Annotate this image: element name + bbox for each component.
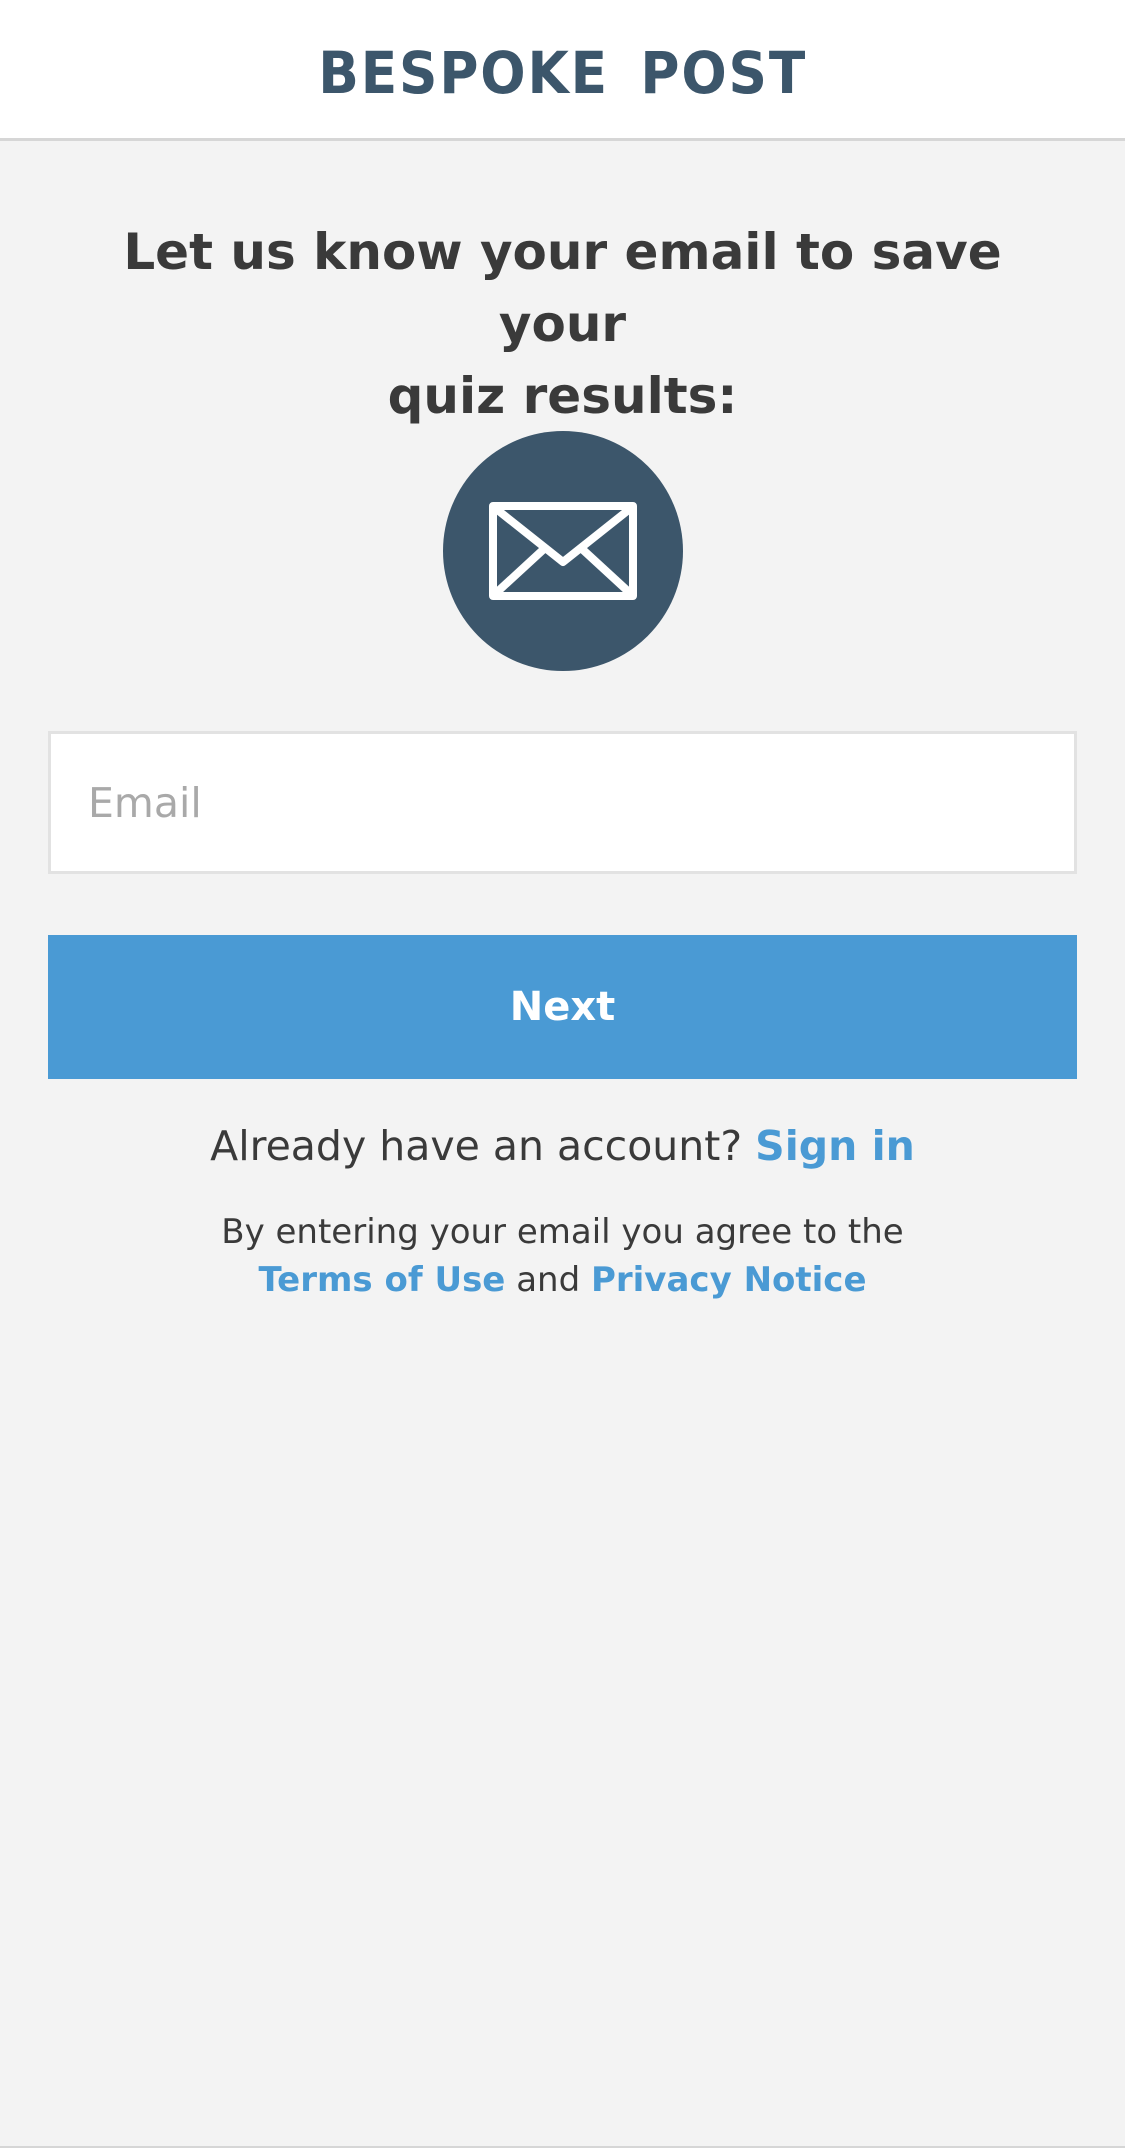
legal-prefix-text: By entering your email you agree to the: [221, 1212, 904, 1252]
next-button[interactable]: Next: [48, 935, 1077, 1079]
account-prompt-text: Already have an account?: [210, 1122, 743, 1170]
page-title-line-2: quiz results:: [387, 367, 738, 425]
page-title-line-1: Let us know your email to save your: [123, 223, 1002, 353]
legal-and-text: and: [516, 1260, 581, 1300]
app-header: BESPOKE POST: [0, 0, 1125, 141]
privacy-notice-link[interactable]: Privacy Notice: [591, 1260, 867, 1300]
sign-in-link[interactable]: Sign in: [755, 1122, 915, 1170]
page-title: Let us know your email to save your quiz…: [80, 216, 1045, 432]
account-prompt: Already have an account? Sign in: [0, 1118, 1125, 1174]
terms-of-use-link[interactable]: Terms of Use: [258, 1260, 505, 1300]
legal-notice: By entering your email you agree to the …: [0, 1208, 1125, 1304]
envelope-icon: [489, 502, 637, 600]
brand-logo[interactable]: BESPOKE POST: [318, 39, 807, 107]
email-field[interactable]: [48, 731, 1077, 874]
envelope-badge: [443, 431, 683, 671]
